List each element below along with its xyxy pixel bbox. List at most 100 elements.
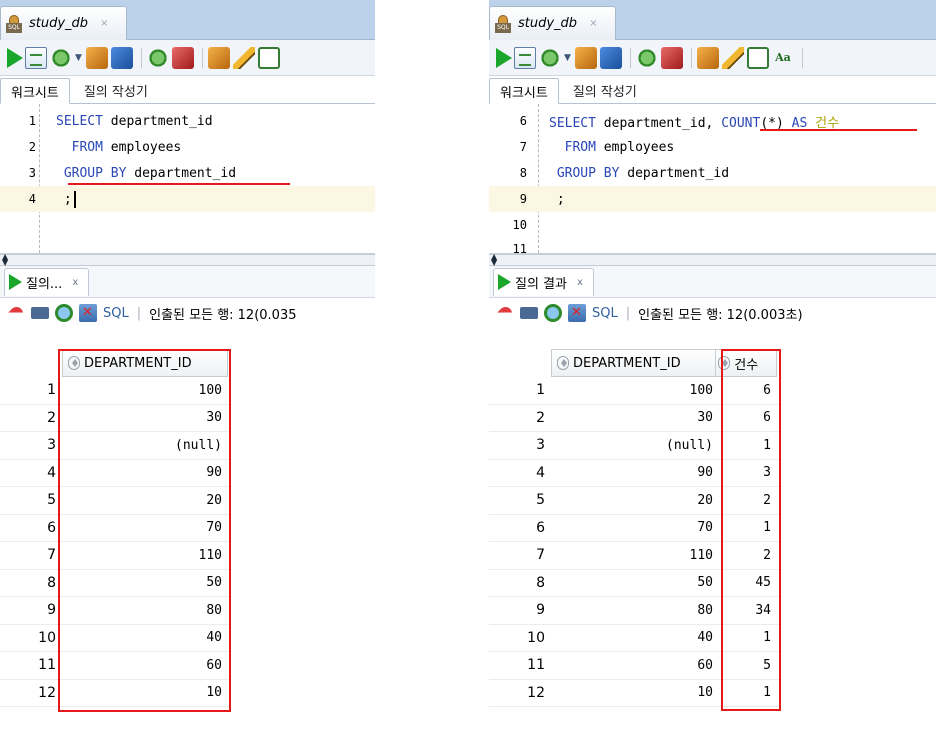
commit-transaction-icon[interactable] bbox=[146, 46, 169, 69]
document-tab-bar: SQL study_db × bbox=[0, 0, 375, 40]
row-number: 7 bbox=[536, 547, 545, 564]
history-icon[interactable] bbox=[746, 46, 769, 69]
rollback-icon[interactable] bbox=[171, 46, 194, 69]
editor-line: 1 SELECT department_id bbox=[0, 108, 375, 134]
pane-splitter[interactable]: ▲ ▼ bbox=[489, 253, 936, 267]
toolbar-divider: | bbox=[136, 305, 142, 321]
font-case-icon[interactable]: Aa bbox=[772, 47, 794, 69]
department-id-cell[interactable]: (null) bbox=[547, 438, 717, 453]
line-number: 1 bbox=[28, 114, 36, 128]
row-number: 3 bbox=[536, 437, 545, 454]
autotrace-icon[interactable] bbox=[599, 46, 622, 69]
sql-tuning-icon[interactable] bbox=[696, 46, 719, 69]
group-by-highlight-underline bbox=[68, 183, 290, 185]
run-statement-icon[interactable] bbox=[496, 48, 512, 68]
pin-icon[interactable] bbox=[7, 303, 26, 323]
sql-link[interactable]: SQL bbox=[103, 306, 129, 321]
row-number: 4 bbox=[536, 464, 545, 481]
row-number: 2 bbox=[47, 409, 56, 426]
close-tab-icon[interactable]: × bbox=[589, 18, 597, 29]
autotrace-icon[interactable] bbox=[110, 46, 133, 69]
doc-tab-title: study_db bbox=[29, 16, 89, 31]
sql-connection-icon: SQL bbox=[494, 14, 514, 33]
line-number: 2 bbox=[28, 140, 36, 154]
cancel-query-icon[interactable] bbox=[568, 304, 586, 322]
sql-text: department_id bbox=[126, 165, 237, 181]
clear-icon[interactable] bbox=[721, 46, 744, 69]
run-script-icon[interactable] bbox=[25, 46, 47, 69]
department-id-cell[interactable]: 60 bbox=[547, 658, 717, 673]
column-header-department-id[interactable]: DEPARTMENT_ID bbox=[552, 350, 717, 376]
department-id-cell[interactable]: 20 bbox=[547, 493, 717, 508]
row-number: 12 bbox=[38, 684, 56, 701]
department-id-cell[interactable]: 40 bbox=[547, 630, 717, 645]
row-number: 12 bbox=[527, 684, 545, 701]
column-highlight-box bbox=[58, 349, 231, 712]
row-number: 2 bbox=[536, 409, 545, 426]
pane-splitter[interactable]: ▲ ▼ bbox=[0, 253, 375, 267]
line-number: 8 bbox=[519, 166, 527, 180]
result-tab-bar: 질의... x bbox=[0, 266, 375, 298]
row-number: 6 bbox=[47, 519, 56, 536]
tab-query-result[interactable]: 질의 결과 x bbox=[493, 267, 594, 296]
fetched-rows-status: 인출된 모든 행: 12(0.003초) bbox=[638, 307, 803, 323]
department-id-cell[interactable]: 110 bbox=[547, 548, 717, 563]
study-db-tab[interactable]: SQL study_db × bbox=[489, 6, 617, 40]
department-id-cell[interactable]: 80 bbox=[547, 603, 717, 618]
study-db-tab[interactable]: SQL study_db × bbox=[0, 6, 128, 40]
worksheet-toolbar: ▼ bbox=[0, 40, 375, 76]
sql-editor[interactable]: 1 SELECT department_id 2 FROM employees … bbox=[0, 104, 375, 254]
sql-text: department_id, bbox=[595, 115, 722, 131]
department-id-cell[interactable]: 10 bbox=[547, 685, 717, 700]
print-icon[interactable] bbox=[520, 307, 538, 319]
department-id-cell[interactable]: 50 bbox=[547, 575, 717, 590]
close-result-tab-icon[interactable]: x bbox=[72, 277, 78, 288]
splitter-arrows-icon[interactable]: ▲ ▼ bbox=[2, 253, 8, 267]
sql-editor[interactable]: 6 SELECT department_id, COUNT(*) AS 건수 7… bbox=[489, 104, 936, 254]
run-icon bbox=[498, 274, 511, 290]
close-result-tab-icon[interactable]: x bbox=[577, 277, 583, 288]
result-tab-bar: 질의 결과 x bbox=[489, 266, 936, 298]
row-number: 8 bbox=[47, 574, 56, 591]
explain-plan-icon[interactable] bbox=[85, 46, 108, 69]
run-icon bbox=[9, 274, 22, 290]
clear-icon[interactable] bbox=[232, 46, 255, 69]
toolbar-divider bbox=[629, 47, 631, 68]
line-number: 10 bbox=[512, 218, 527, 232]
explain-plan-icon[interactable] bbox=[574, 46, 597, 69]
tab-worksheet[interactable]: 워크시트 bbox=[489, 78, 559, 104]
tab-query-builder[interactable]: 질의 작성기 bbox=[70, 77, 158, 103]
sql-link[interactable]: SQL bbox=[592, 306, 618, 321]
close-tab-icon[interactable]: × bbox=[100, 18, 108, 29]
rollback-icon[interactable] bbox=[660, 46, 683, 69]
tab-worksheet[interactable]: 워크시트 bbox=[0, 78, 70, 104]
row-number: 5 bbox=[536, 492, 545, 509]
run-statement-icon[interactable] bbox=[7, 48, 23, 68]
pin-icon[interactable] bbox=[496, 303, 515, 323]
department-id-cell[interactable]: 100 bbox=[547, 383, 717, 398]
commit-icon[interactable] bbox=[50, 46, 72, 69]
history-icon[interactable] bbox=[257, 46, 280, 69]
result-toolbar: SQL | 인출된 모든 행: 12(0.003초) bbox=[489, 298, 936, 328]
sort-icon[interactable] bbox=[557, 356, 569, 370]
count-highlight-underline bbox=[760, 129, 917, 131]
chevron-down-icon[interactable]: ▼ bbox=[75, 53, 82, 63]
run-script-icon[interactable] bbox=[514, 46, 536, 69]
commit-icon[interactable] bbox=[539, 46, 561, 69]
result-tab-label: 질의 결과 bbox=[515, 276, 567, 292]
department-id-cell[interactable]: 90 bbox=[547, 465, 717, 480]
refresh-icon[interactable] bbox=[544, 304, 562, 322]
department-id-cell[interactable]: 30 bbox=[547, 410, 717, 425]
sql-tuning-icon[interactable] bbox=[207, 46, 230, 69]
print-icon[interactable] bbox=[31, 307, 49, 319]
sql-text: ; bbox=[56, 191, 72, 207]
tab-query-result[interactable]: 질의... x bbox=[4, 267, 90, 296]
commit-transaction-icon[interactable] bbox=[635, 46, 658, 69]
tab-query-builder[interactable]: 질의 작성기 bbox=[559, 77, 647, 103]
chevron-down-icon[interactable]: ▼ bbox=[564, 53, 571, 63]
department-id-cell[interactable]: 70 bbox=[547, 520, 717, 535]
splitter-arrows-icon[interactable]: ▲ ▼ bbox=[491, 253, 497, 267]
sql-keyword: GROUP BY bbox=[56, 165, 127, 181]
refresh-icon[interactable] bbox=[55, 304, 73, 322]
cancel-query-icon[interactable] bbox=[79, 304, 97, 322]
